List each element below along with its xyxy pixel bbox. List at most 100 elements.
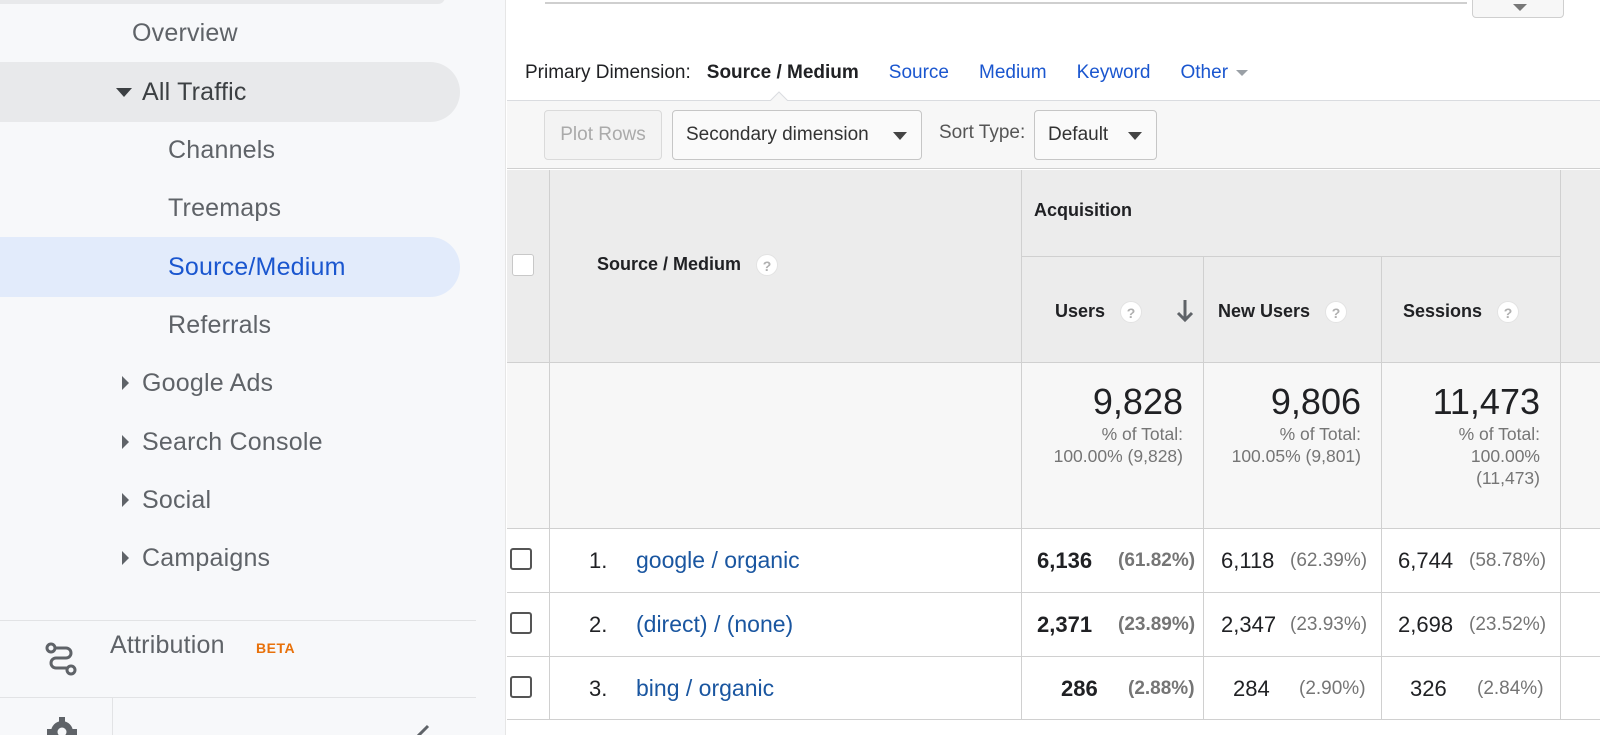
table-row: 2. (direct) / (none) 2,371 (23.89%) 2,34… [507, 593, 1600, 656]
sessions-total-value: 11,473 [1432, 381, 1540, 422]
dimension-column-label: Source / Medium [597, 254, 742, 274]
sessions-value: 326 [1410, 676, 1447, 701]
sessions-percent: (2.84%) [1477, 678, 1544, 699]
new-users-value: 2,347 [1221, 612, 1277, 637]
users-percent: (2.88%) [1128, 678, 1195, 699]
row-checkbox[interactable] [510, 548, 532, 570]
total-percent-value: 100.00% (9,828) [1053, 446, 1183, 466]
sort-type-label: Sort Type: [939, 122, 1026, 143]
users-total-value: 9,828 [1092, 381, 1183, 422]
row-source-medium-link[interactable]: bing / organic [636, 675, 774, 702]
sidebar-item-label: Source/Medium [168, 252, 346, 281]
sessions-percent: (23.52%) [1469, 614, 1547, 635]
sidebar-item-all-traffic[interactable]: All Traffic [0, 62, 460, 122]
sidebar-item-treemaps[interactable]: Treemaps [0, 178, 460, 238]
sessions-total: 11,473 % of Total: 100.00% (11,473) [1382, 363, 1560, 528]
plot-rows-button[interactable]: Plot Rows [544, 110, 662, 160]
sessions-column-header[interactable]: Sessions ? [1403, 301, 1520, 324]
sessions-column-label: Sessions [1403, 301, 1483, 321]
help-icon[interactable]: ? [756, 254, 779, 277]
primary-dimension-other[interactable]: Other [1181, 62, 1249, 84]
users-value: 6,136 [1037, 548, 1093, 573]
users-column-header[interactable]: Users ? [1055, 301, 1143, 324]
select-all-checkbox[interactable] [512, 254, 534, 276]
users-percent: (23.89%) [1118, 614, 1196, 635]
sort-type-dropdown[interactable]: Default [1034, 110, 1157, 160]
total-percent-label: % of Total: [1279, 424, 1361, 444]
row-source-medium-link[interactable]: (direct) / (none) [636, 611, 793, 638]
sessions-percent: (58.78%) [1469, 550, 1547, 571]
primary-dimension-bar: Primary Dimension: Source / Medium Sourc… [525, 58, 1249, 88]
dimension-column-header[interactable]: Source / Medium ? [597, 254, 779, 277]
sidebar-nav: Overview All Traffic Channels Treemaps S… [0, 0, 506, 735]
caret-down-icon [116, 88, 132, 97]
primary-dimension-keyword[interactable]: Keyword [1077, 62, 1151, 84]
caret-down-icon [1513, 4, 1527, 11]
secondary-dimension-dropdown[interactable]: Secondary dimension [672, 110, 922, 160]
new-users-total-value: 9,806 [1270, 381, 1361, 422]
new-users-percent: (23.93%) [1290, 614, 1368, 635]
sessions-value: 2,698 [1398, 612, 1454, 637]
gear-icon[interactable] [46, 716, 78, 735]
help-icon[interactable]: ? [1325, 301, 1348, 324]
total-percent-count: (11,473) [1476, 468, 1540, 488]
sessions-total-percent: % of Total: 100.00% (11,473) [1459, 423, 1540, 489]
primary-dimension-source[interactable]: Source [889, 62, 949, 84]
sidebar-item-attribution[interactable]: Attribution [0, 615, 460, 675]
sidebar-item-label: Referrals [168, 310, 272, 339]
new-users-value: 284 [1233, 676, 1270, 701]
help-icon[interactable]: ? [1497, 301, 1520, 324]
sidebar-item-label: Attribution [110, 630, 225, 659]
primary-dimension-label: Primary Dimension: [525, 62, 691, 83]
row-source-medium-link[interactable]: google / organic [636, 547, 800, 574]
users-value: 2,371 [1037, 612, 1093, 637]
new-users-percent: (62.39%) [1290, 550, 1368, 571]
table-row: 3. bing / organic 286 (2.88%) 284 (2.90%… [507, 657, 1600, 719]
sidebar-item-label: Social [142, 485, 212, 514]
row-checkbox[interactable] [510, 676, 532, 698]
new-users-value: 6,118 [1221, 548, 1275, 573]
new-users-column-header[interactable]: New Users ? [1218, 301, 1348, 324]
sidebar-item-social[interactable]: Social [0, 470, 460, 530]
row-number: 3. [589, 676, 608, 701]
sidebar-item-google-ads[interactable]: Google Ads [0, 353, 460, 413]
sidebar-item-label: Search Console [142, 427, 323, 456]
sidebar-item-channels[interactable]: Channels [0, 120, 460, 180]
sidebar-item-source-medium[interactable]: Source/Medium [0, 237, 460, 297]
active-dimension-notch [770, 91, 788, 101]
beta-badge: BETA [256, 640, 296, 656]
sidebar-item-overview[interactable]: Overview [0, 3, 460, 63]
sidebar-item-campaigns[interactable]: Campaigns [0, 528, 460, 588]
total-percent-label: % of Total: [1458, 424, 1540, 444]
row-checkbox[interactable] [510, 612, 532, 634]
sidebar-item-label: Google Ads [142, 368, 274, 397]
top-dropdown-button[interactable] [1472, 0, 1564, 18]
users-column-label: Users [1055, 301, 1106, 321]
acquisition-group-header: Acquisition [1034, 200, 1132, 220]
sort-descending-icon[interactable] [1175, 298, 1195, 324]
caret-down-icon [1236, 70, 1249, 76]
sidebar-item-search-console[interactable]: Search Console [0, 412, 460, 472]
secondary-dimension-label: Secondary dimension [686, 124, 869, 145]
sidebar-item-label: Overview [132, 18, 238, 47]
caret-right-icon [122, 376, 129, 390]
users-total: 9,828 % of Total: 100.00% (9,828) [1022, 363, 1203, 528]
sidebar-item-referrals[interactable]: Referrals [0, 295, 460, 355]
sessions-value: 6,744 [1398, 548, 1454, 573]
caret-down-icon [893, 132, 907, 140]
primary-dimension-active: Source / Medium [706, 62, 859, 83]
sort-type-value: Default [1048, 124, 1109, 145]
sidebar-item-label: Campaigns [142, 543, 271, 572]
users-total-percent: % of Total: 100.00% (9,828) [1054, 423, 1183, 467]
total-percent-label: % of Total: [1101, 424, 1183, 444]
caret-right-icon [122, 435, 129, 449]
row-number: 1. [589, 548, 608, 573]
total-percent-value: 100.05% (9,801) [1231, 446, 1361, 466]
caret-down-icon [1128, 132, 1142, 140]
sidebar-divider [0, 697, 476, 698]
row-number: 2. [589, 612, 608, 637]
help-icon[interactable]: ? [1120, 301, 1143, 324]
pencil-icon[interactable] [410, 722, 434, 735]
primary-dimension-medium[interactable]: Medium [979, 62, 1047, 84]
users-value: 286 [1061, 676, 1098, 701]
